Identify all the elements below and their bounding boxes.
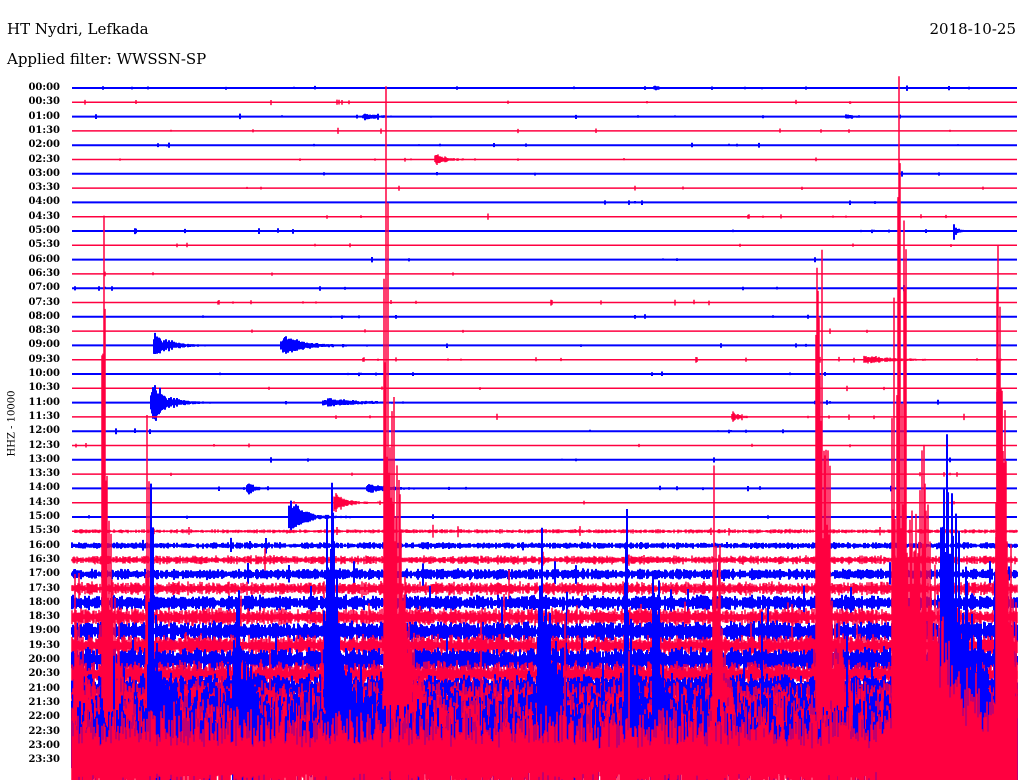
trace-0630	[72, 271, 1017, 277]
time-label: 11:00	[28, 396, 60, 408]
time-label: 17:00	[28, 568, 60, 580]
time-label: 17:30	[28, 582, 60, 594]
time-label: 01:30	[28, 124, 60, 136]
time-label: 19:30	[28, 639, 60, 651]
station-title: HT Nydri, Lefkada	[7, 20, 149, 38]
time-label: 15:30	[28, 525, 60, 537]
trace-1300	[72, 457, 1017, 463]
helicorder-plot	[71, 76, 1018, 780]
time-label: 16:00	[28, 539, 60, 551]
trace-1000	[72, 371, 1017, 377]
time-label: 19:00	[28, 625, 60, 637]
time-label: 02:00	[28, 139, 60, 151]
trace-1400	[72, 483, 1017, 495]
time-label: 09:30	[28, 353, 60, 365]
time-label: 09:00	[28, 339, 60, 351]
trace-0300	[72, 171, 1017, 177]
time-label: 05:30	[28, 239, 60, 251]
time-label: 15:00	[28, 511, 60, 522]
time-label: 18:00	[28, 596, 60, 608]
time-label: 14:00	[28, 482, 60, 494]
time-label: 10:00	[28, 368, 60, 379]
trace-1130	[72, 411, 1017, 422]
trace-1530	[72, 524, 1018, 538]
trace-1500	[72, 500, 1017, 531]
time-label: 00:00	[28, 82, 60, 93]
time-label: 22:30	[28, 725, 60, 737]
time-label: 18:30	[28, 611, 60, 623]
trace-1230	[72, 443, 1017, 448]
trace-0700	[72, 285, 1017, 292]
time-label: 23:00	[28, 739, 60, 751]
trace-0500	[72, 224, 1017, 240]
time-label: 13:30	[28, 468, 60, 480]
trace-0730	[72, 299, 1017, 306]
trace-0200	[72, 142, 1017, 148]
trace-0400	[72, 200, 1017, 205]
time-label: 10:30	[28, 382, 60, 394]
trace-0600	[72, 257, 1017, 263]
trace-1330	[72, 472, 1017, 477]
time-label: 21:30	[28, 696, 60, 708]
time-label: 06:00	[28, 253, 60, 265]
trace-0000	[72, 85, 1017, 91]
filter-label: Applied filter: WWSSN-SP	[7, 50, 207, 68]
trace-0030	[72, 99, 1017, 106]
time-label: 03:00	[28, 167, 60, 179]
time-label: 08:30	[28, 325, 60, 337]
time-label: 20:30	[28, 668, 60, 680]
trace-0830	[72, 328, 1017, 334]
time-label: 03:30	[28, 182, 60, 194]
trace-0330	[72, 185, 1017, 191]
trace-1630	[71, 548, 1018, 571]
time-label: 04:30	[28, 210, 60, 222]
time-label: 20:00	[28, 654, 60, 665]
trace-1030	[72, 385, 1017, 392]
time-label: 16:30	[28, 553, 60, 565]
time-label: 21:00	[28, 682, 60, 694]
time-label: 12:00	[28, 425, 60, 437]
time-label: 13:00	[28, 453, 60, 465]
time-label: 04:00	[28, 196, 60, 208]
trace-1600	[71, 537, 1018, 554]
trace-0800	[72, 314, 1017, 319]
time-label: 01:00	[28, 110, 60, 122]
time-label: 06:30	[28, 267, 60, 279]
trace-1430	[72, 493, 1017, 512]
trace-0430	[72, 213, 1017, 220]
trace-1200	[72, 428, 1017, 435]
trace-0530	[72, 242, 1017, 248]
time-label: 07:30	[28, 296, 60, 308]
trace-1100	[72, 385, 1017, 421]
trace-0930	[72, 355, 1017, 364]
time-label: 08:00	[28, 310, 60, 322]
time-label: 07:00	[28, 282, 60, 294]
time-label: 14:30	[28, 496, 60, 508]
trace-0900	[72, 332, 1017, 354]
time-label: 05:00	[28, 225, 60, 236]
time-label: 23:30	[28, 754, 60, 766]
trace-0100	[72, 113, 1017, 121]
time-label: 12:30	[28, 439, 60, 451]
trace-0230	[72, 154, 1017, 165]
time-label: 11:30	[28, 410, 60, 422]
time-label: 22:00	[28, 711, 60, 723]
trace-0130	[72, 127, 1017, 134]
time-label: 02:30	[28, 153, 60, 165]
time-label: 00:30	[28, 96, 60, 108]
channel-axis-label: HHZ - 10000	[6, 390, 18, 457]
